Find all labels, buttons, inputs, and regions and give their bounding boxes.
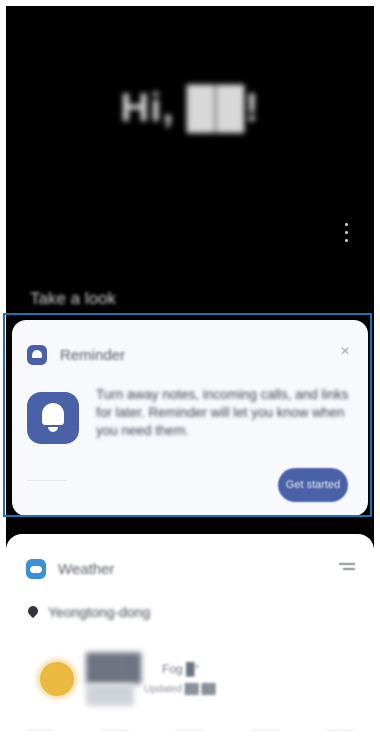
greeting-text: Hi, ██! <box>120 86 260 130</box>
weather-updated-time: Updated ██:██ <box>144 684 216 695</box>
weather-condition: Fog █° <box>162 662 200 676</box>
reminder-app-icon <box>27 345 47 365</box>
menu-icon[interactable] <box>339 561 355 573</box>
take-a-look-label: Take a look <box>30 289 116 308</box>
sun-icon <box>40 662 74 696</box>
weather-location: Yeongtong-dong <box>48 604 151 620</box>
card-divider <box>27 480 67 481</box>
reminder-description: Turn away notes, incoming calls, and lin… <box>96 387 349 438</box>
home-screen-panel: Hi, ██! Take a look Reminder × Turn away… <box>6 6 374 731</box>
weather-temperature: ███ <box>86 652 142 682</box>
reminder-card[interactable]: Reminder × Turn away notes, incoming cal… <box>12 320 368 516</box>
weather-redacted-block <box>86 684 134 706</box>
get-started-button[interactable]: Get started <box>278 468 348 502</box>
more-options-icon[interactable] <box>339 221 353 245</box>
reminder-card-title: Reminder <box>60 347 126 364</box>
close-icon[interactable]: × <box>337 344 353 360</box>
weather-card-title: Weather <box>58 561 115 578</box>
location-pin-icon <box>28 606 38 619</box>
weather-app-icon <box>26 559 46 579</box>
weather-card[interactable]: Weather Yeongtong-dong ███ Fog █° Update… <box>6 534 374 731</box>
bell-icon <box>27 392 79 444</box>
